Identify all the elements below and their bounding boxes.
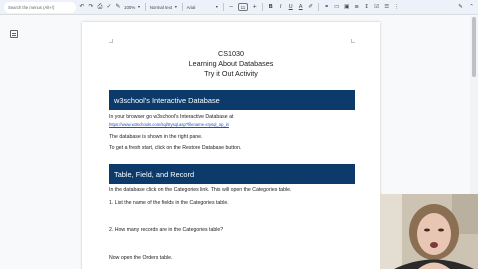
align-icon[interactable]: ≡ bbox=[353, 4, 360, 10]
numbered-list-icon[interactable]: ⋮ bbox=[393, 4, 400, 10]
text-color-icon[interactable]: A bbox=[297, 4, 304, 10]
decrease-font-size-button[interactable]: − bbox=[228, 4, 235, 10]
section-heading-text: w3school's Interactive Database bbox=[114, 95, 220, 105]
chevron-down-icon: ▼ bbox=[174, 5, 178, 9]
toolbar-divider bbox=[181, 3, 183, 11]
paragraph: The database is shown in the right pane. bbox=[109, 134, 203, 140]
toolbar-divider bbox=[318, 3, 320, 11]
scrollbar-thumb[interactable] bbox=[472, 17, 476, 77]
font-size-input[interactable]: 11 bbox=[237, 3, 249, 11]
section-heading-text: Table, Field, and Record bbox=[114, 169, 195, 179]
font-dropdown[interactable]: Arial ▼ bbox=[187, 5, 219, 10]
document-page[interactable]: CS1030 Learning About Databases Try it O… bbox=[82, 22, 380, 269]
zoom-value: 100% bbox=[124, 4, 136, 10]
collapse-menus-icon[interactable]: ⌃ bbox=[468, 4, 475, 10]
doc-title-course: CS1030 bbox=[218, 49, 244, 58]
bulleted-list-icon[interactable]: ☰ bbox=[383, 4, 390, 10]
print-icon[interactable]: ⎙ bbox=[97, 3, 103, 11]
increase-font-size-button[interactable]: + bbox=[251, 4, 258, 10]
italic-icon[interactable]: I bbox=[277, 4, 284, 10]
font-value: Arial bbox=[186, 4, 196, 10]
question-2: 2. How many records are in the Categorie… bbox=[109, 227, 224, 233]
document-outline-icon[interactable] bbox=[10, 30, 18, 38]
chevron-down-icon: ▼ bbox=[215, 5, 219, 9]
paragraph: Now open the Orders table. bbox=[109, 255, 173, 261]
margin-guide bbox=[109, 39, 113, 43]
underline-icon[interactable]: U bbox=[287, 4, 294, 10]
undo-icon[interactable]: ↶ bbox=[79, 3, 85, 11]
chevron-down-icon: ▼ bbox=[137, 5, 141, 9]
toolbar-divider bbox=[222, 3, 224, 11]
doc-title-main: Learning About Databases bbox=[188, 59, 274, 68]
bold-icon[interactable]: B bbox=[267, 4, 274, 10]
toolbar-divider bbox=[262, 3, 264, 11]
line-spacing-icon[interactable]: ↕ bbox=[363, 4, 370, 10]
image-icon[interactable]: ▣ bbox=[343, 4, 350, 10]
presenter-image bbox=[380, 194, 478, 269]
paragraph: To get a fresh start, click on the Resto… bbox=[109, 145, 242, 151]
redo-icon[interactable]: ↷ bbox=[88, 3, 94, 11]
paint-format-icon[interactable]: ✎ bbox=[115, 3, 121, 11]
checklist-icon[interactable]: ☑ bbox=[373, 4, 380, 10]
comment-icon[interactable]: ▭ bbox=[333, 4, 340, 10]
section-heading-table-field-record: Table, Field, and Record bbox=[109, 164, 355, 184]
paragraph: In the database click on the Categories … bbox=[109, 187, 292, 193]
highlight-icon[interactable]: ✐ bbox=[307, 4, 314, 10]
margin-guide bbox=[351, 39, 355, 43]
link-icon[interactable]: ⚭ bbox=[323, 4, 330, 10]
menu-search-input[interactable]: Search the menus (Alt+/) bbox=[4, 1, 76, 13]
style-dropdown[interactable]: Normal text ▼ bbox=[150, 5, 178, 10]
spellcheck-icon[interactable]: ✓ bbox=[106, 3, 112, 11]
webcam-video-overlay bbox=[380, 194, 478, 269]
font-size-value: 11 bbox=[240, 4, 246, 10]
style-value: Normal text bbox=[149, 4, 173, 10]
toolbar-right: ✎ ⌃ bbox=[457, 4, 478, 10]
question-1: 1. List the name of the fields in the Ca… bbox=[109, 200, 229, 206]
formatting-toolbar: Search the menus (Alt+/) ↶ ↷ ⎙ ✓ ✎ 100% ▼… bbox=[0, 0, 478, 15]
paragraph: In your browser go w3school's Interactiv… bbox=[109, 114, 234, 120]
w3schools-link[interactable]: https://www.w3schools.com/sql/trysql.asp… bbox=[109, 122, 229, 127]
section-heading-w3school: w3school's Interactive Database bbox=[109, 90, 355, 110]
editing-mode-icon[interactable]: ✎ bbox=[457, 4, 464, 10]
zoom-dropdown[interactable]: 100% ▼ bbox=[124, 5, 141, 10]
doc-title-sub: Try it Out Activity bbox=[204, 69, 258, 78]
toolbar-divider bbox=[144, 3, 146, 11]
